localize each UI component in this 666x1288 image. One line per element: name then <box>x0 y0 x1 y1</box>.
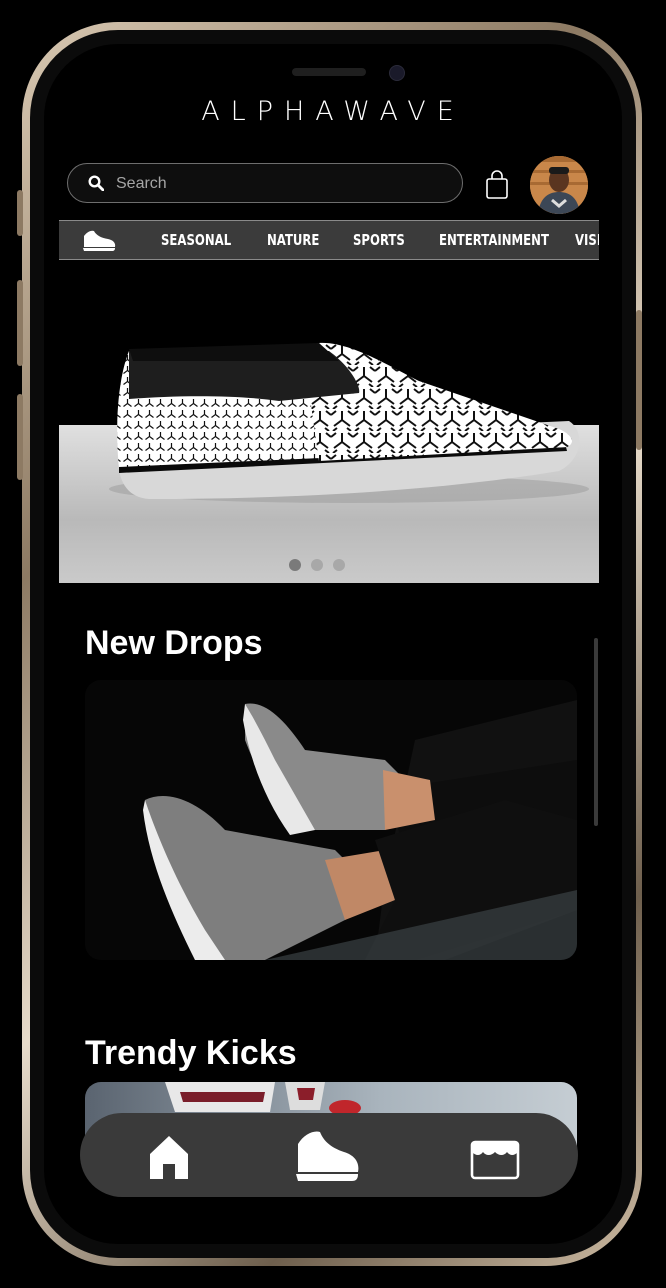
nav-item-nature[interactable]: NATURE <box>267 231 319 249</box>
volume-up-button <box>17 280 23 366</box>
hero-carousel[interactable] <box>59 261 599 583</box>
carousel-dots <box>289 558 355 576</box>
new-drops-heading: New Drops <box>85 624 263 662</box>
hero-shoe-image <box>109 342 589 503</box>
nav-item-sports[interactable]: SPORTS <box>353 231 405 249</box>
mute-switch <box>17 190 23 236</box>
scrollbar[interactable] <box>594 638 598 826</box>
bottom-tab-bar <box>80 1113 578 1197</box>
shopping-bag-icon[interactable] <box>485 170 509 200</box>
brand-logo: ALPHAWAVE <box>201 96 465 127</box>
trendy-kicks-heading: Trendy Kicks <box>85 1034 297 1072</box>
new-drops-image <box>85 680 577 960</box>
power-button <box>636 310 642 450</box>
home-icon[interactable] <box>148 1134 190 1180</box>
nav-item-seasonal[interactable]: SEASONAL <box>161 231 231 249</box>
store-icon[interactable] <box>469 1139 521 1181</box>
shoe-icon[interactable] <box>81 228 117 252</box>
app-screen: ALPHAWAVE SEASONAL NATURE SPORTS <box>44 44 622 1244</box>
carousel-dot-3[interactable] <box>333 559 345 571</box>
new-drops-card[interactable] <box>85 680 577 960</box>
front-camera <box>389 65 405 81</box>
category-nav: SEASONAL NATURE SPORTS ENTERTAINMENT VIS… <box>59 220 599 260</box>
volume-down-button <box>17 394 23 480</box>
search-bar[interactable] <box>67 163 463 203</box>
nav-item-visi[interactable]: VISI <box>575 231 599 249</box>
carousel-dot-1[interactable] <box>289 559 301 571</box>
search-input[interactable] <box>114 172 418 196</box>
carousel-dot-2[interactable] <box>311 559 323 571</box>
earpiece-speaker <box>292 68 366 76</box>
user-avatar[interactable] <box>530 156 588 214</box>
nav-item-entertainment[interactable]: ENTERTAINMENT <box>439 231 549 249</box>
avatar-image <box>530 156 588 214</box>
shoe-icon[interactable] <box>298 1131 359 1173</box>
search-icon <box>88 175 104 191</box>
